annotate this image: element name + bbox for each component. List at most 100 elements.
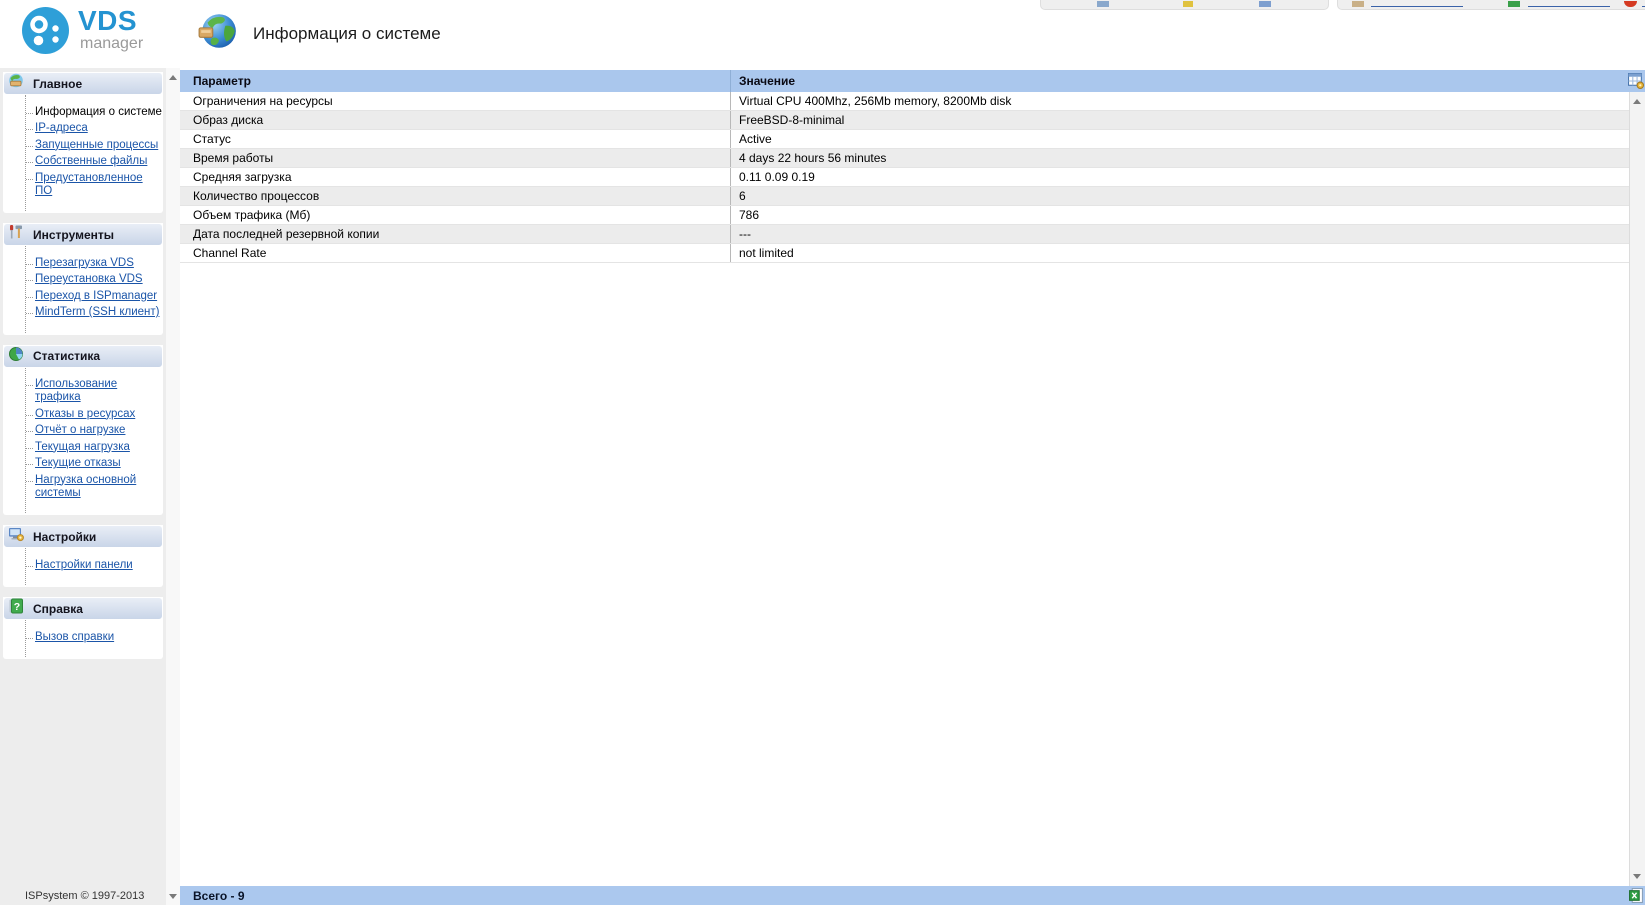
value-cell: 4 days 22 hours 56 minutes bbox=[730, 149, 1630, 167]
sidebar-item-goto-ispmanager[interactable]: Переход в ISPmanager bbox=[26, 290, 163, 303]
table-row: Статус Active bbox=[180, 130, 1630, 149]
svg-text:?: ? bbox=[14, 601, 20, 613]
table-row: Объем трафика (Мб) 786 bbox=[180, 206, 1630, 225]
sidebar-section-label: Справка bbox=[33, 601, 83, 616]
sidebar-item-resource-failures[interactable]: Отказы в ресурсах bbox=[26, 408, 163, 421]
sidebar-item-link[interactable]: Собственные файлы bbox=[35, 155, 147, 167]
parameter-cell: Объем трафика (Мб) bbox=[193, 208, 311, 222]
scroll-up-arrow-icon[interactable] bbox=[169, 75, 177, 80]
sidebar-section-label: Главное bbox=[33, 76, 83, 91]
sidebar-section-main: Главное Информация о системе IP-адреса З… bbox=[3, 72, 163, 213]
sidebar-item-reboot-vds[interactable]: Перезагрузка VDS bbox=[26, 257, 163, 270]
sidebar-item-host-system-load[interactable]: Нагрузка основной системы bbox=[26, 474, 163, 500]
monitor-settings-icon bbox=[8, 526, 24, 547]
sidebar-section-statistics-header: Статистика bbox=[3, 344, 163, 368]
sidebar-item-link[interactable]: Отказы в ресурсах bbox=[35, 408, 135, 420]
sidebar-item-link[interactable]: Запущенные процессы bbox=[35, 139, 158, 151]
sidebar-item-link[interactable]: MindTerm (SSH клиент) bbox=[35, 306, 159, 318]
sidebar-item-link[interactable]: Отчёт о нагрузке bbox=[35, 424, 125, 436]
sidebar-item-running-processes[interactable]: Запущенные процессы bbox=[26, 139, 163, 152]
sidebar-item-link[interactable]: Нагрузка основной системы bbox=[35, 474, 136, 499]
keyboard-icon[interactable] bbox=[1097, 1, 1109, 7]
sidebar-item-reinstall-vds[interactable]: Переустановка VDS bbox=[26, 273, 163, 286]
disk-icon[interactable] bbox=[1259, 1, 1271, 7]
sidebar-items: Настройки панели bbox=[25, 548, 163, 585]
parameter-cell: Время работы bbox=[193, 151, 274, 165]
table-footer: Всего - 9 bbox=[180, 886, 1645, 905]
sidebar-item-link[interactable]: Текущие отказы bbox=[35, 457, 121, 469]
sidebar-item-link[interactable]: Перезагрузка VDS bbox=[35, 257, 134, 269]
globe-network-icon bbox=[197, 10, 239, 57]
table-row: Ограничения на ресурсы Virtual CPU 400Mh… bbox=[180, 92, 1630, 111]
table-row: Дата последней резервной копии --- bbox=[180, 225, 1630, 244]
column-header-value[interactable]: Значение bbox=[730, 70, 1645, 92]
sidebar-item-link[interactable]: Переход в ISPmanager bbox=[35, 290, 157, 302]
table-settings-icon[interactable] bbox=[1628, 73, 1644, 89]
sidebar-section-label: Настройки bbox=[33, 529, 97, 544]
sidebar-item-preinstalled-software[interactable]: Предустановленное ПО bbox=[26, 172, 163, 198]
sidebar-item-link[interactable]: Предустановленное ПО bbox=[35, 172, 143, 197]
content-scrollbar[interactable] bbox=[1629, 92, 1645, 886]
value-cell: FreeBSD-8-minimal bbox=[730, 111, 1630, 129]
system-info-table: Ограничения на ресурсы Virtual CPU 400Mh… bbox=[180, 92, 1630, 263]
toolbar-link-2[interactable] bbox=[1528, 6, 1610, 7]
sidebar-item-link[interactable]: Вызов справки bbox=[35, 631, 114, 643]
sidebar-item-mindterm-ssh[interactable]: MindTerm (SSH клиент) bbox=[26, 306, 163, 319]
sidebar-item-current-load[interactable]: Текущая нагрузка bbox=[26, 441, 163, 454]
sidebar-section-statistics: Статистика Использование трафика Отказы … bbox=[3, 344, 163, 515]
excel-export-icon[interactable] bbox=[1629, 888, 1643, 903]
sidebar-section-main-header: Главное bbox=[3, 72, 163, 95]
value-cell: 6 bbox=[730, 187, 1630, 205]
user-settings-icon[interactable] bbox=[1352, 1, 1364, 7]
scroll-down-arrow-icon[interactable] bbox=[169, 894, 177, 899]
plus-minus-icon[interactable] bbox=[1183, 1, 1193, 7]
value-cell: 0.11 0.09 0.19 bbox=[730, 168, 1630, 186]
logout-icon[interactable] bbox=[1624, 1, 1637, 7]
sidebar: Главное Информация о системе IP-адреса З… bbox=[0, 68, 166, 905]
table-row: Образ диска FreeBSD-8-minimal bbox=[180, 111, 1630, 130]
value-cell: not limited bbox=[730, 244, 1630, 262]
parameter-cell: Статус bbox=[193, 132, 231, 146]
tools-icon bbox=[8, 224, 24, 245]
logo-secondary: manager bbox=[80, 35, 144, 52]
sidebar-item-link[interactable]: Использование трафика bbox=[35, 378, 117, 403]
sidebar-items: Информация о системе IP-адреса Запущенны… bbox=[25, 95, 163, 211]
sidebar-item-traffic-usage[interactable]: Использование трафика bbox=[26, 378, 163, 404]
sidebar-item-own-files[interactable]: Собственные файлы bbox=[26, 155, 163, 168]
main-content: Параметр Значение Ограничения на ресурсы… bbox=[180, 68, 1645, 905]
value-cell: Active bbox=[730, 130, 1630, 148]
scroll-up-arrow-icon[interactable] bbox=[1633, 99, 1641, 104]
sidebar-item-call-help[interactable]: Вызов справки bbox=[26, 631, 163, 644]
sidebar-item-link[interactable]: IP-адреса bbox=[35, 122, 88, 134]
toolbar-link-1[interactable] bbox=[1371, 6, 1463, 7]
sidebar-item-current-failures[interactable]: Текущие отказы bbox=[26, 457, 163, 470]
table-header-row: Параметр Значение bbox=[180, 70, 1645, 92]
copyright-text: ISPsystem © 1997-2013 bbox=[25, 890, 145, 902]
sidebar-scrollbar[interactable] bbox=[166, 68, 180, 905]
page-heading: Информация о системе bbox=[197, 10, 441, 57]
sidebar-section-label: Статистика bbox=[33, 349, 101, 363]
vds-logo-mark-icon bbox=[22, 7, 69, 59]
globe-icon bbox=[8, 73, 24, 94]
sidebar-item-load-report[interactable]: Отчёт о нагрузке bbox=[26, 424, 163, 437]
sidebar-items: Использование трафика Отказы в ресурсах … bbox=[25, 367, 163, 513]
sidebar-item-ip-addresses[interactable]: IP-адреса bbox=[26, 122, 163, 135]
table-row: Количество процессов 6 bbox=[180, 187, 1630, 206]
scroll-down-arrow-icon[interactable] bbox=[1633, 874, 1641, 879]
sidebar-item-panel-settings[interactable]: Настройки панели bbox=[26, 559, 163, 572]
table-row: Channel Rate not limited bbox=[180, 244, 1630, 263]
total-count-label: Всего - 9 bbox=[193, 888, 245, 903]
logo-text: VDS manager bbox=[78, 7, 143, 52]
green-panel-icon[interactable] bbox=[1508, 1, 1520, 7]
vds-manager-logo[interactable]: VDS manager bbox=[22, 7, 143, 59]
page-title: Информация о системе bbox=[253, 23, 441, 43]
table-row: Время работы 4 days 22 hours 56 minutes bbox=[180, 149, 1630, 168]
sidebar-items: Вызов справки bbox=[25, 620, 163, 657]
sidebar-item-system-info[interactable]: Информация о системе bbox=[26, 106, 163, 119]
sidebar-item-link[interactable]: Текущая нагрузка bbox=[35, 441, 130, 453]
value-cell: Virtual CPU 400Mhz, 256Mb memory, 8200Mb… bbox=[730, 92, 1630, 110]
sidebar-section-label: Инструменты bbox=[33, 227, 115, 242]
sidebar-item-link[interactable]: Настройки панели bbox=[35, 559, 133, 571]
sidebar-item-link[interactable]: Переустановка VDS bbox=[35, 273, 143, 285]
column-header-parameter[interactable]: Параметр bbox=[180, 74, 730, 88]
